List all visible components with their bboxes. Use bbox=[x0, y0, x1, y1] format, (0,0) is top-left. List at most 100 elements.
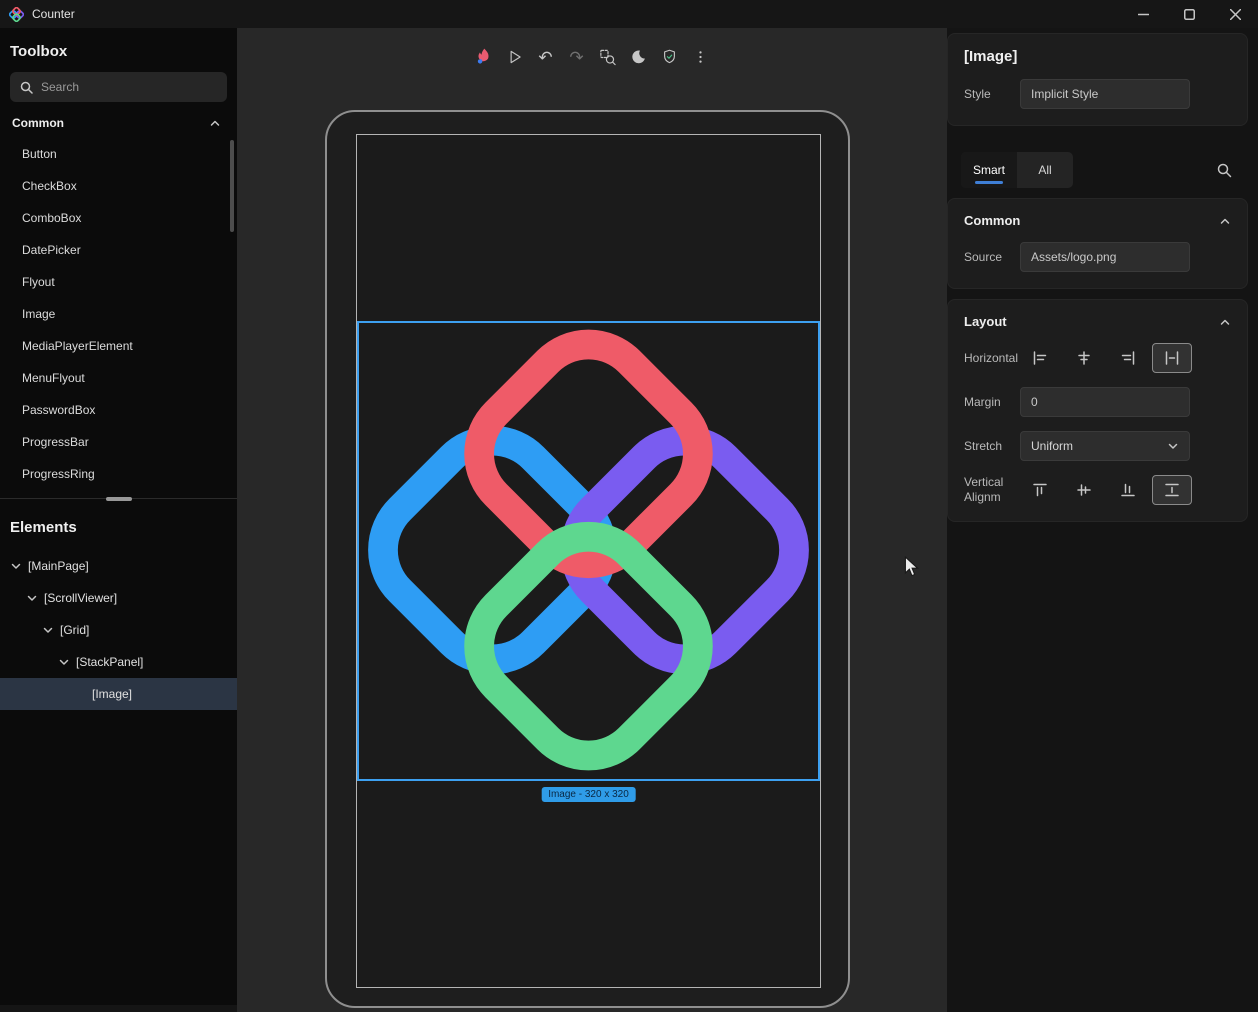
toolbox-section-common[interactable]: Common bbox=[0, 102, 237, 138]
layout-section-header[interactable]: Layout bbox=[964, 314, 1231, 329]
validation-shield-icon[interactable] bbox=[658, 45, 682, 69]
toolbox-title: Toolbox bbox=[0, 28, 237, 72]
tree-item-mainpage[interactable]: [MainPage] bbox=[0, 550, 237, 582]
selected-element-title: [Image] bbox=[964, 48, 1231, 65]
tree-item-label: [Image] bbox=[92, 687, 132, 701]
panel-resize-handle[interactable] bbox=[0, 494, 237, 504]
tree-item-grid[interactable]: [Grid] bbox=[0, 614, 237, 646]
device-frame: Image - 320 x 320 bbox=[325, 110, 850, 1008]
style-field[interactable] bbox=[1020, 79, 1190, 109]
align-left-button[interactable] bbox=[1020, 343, 1060, 373]
tree-item-scrollviewer[interactable]: [ScrollViewer] bbox=[0, 582, 237, 614]
align-top-button[interactable] bbox=[1020, 475, 1060, 505]
canvas-toolbar: ↶ ↷ bbox=[472, 45, 713, 69]
chevron-down-icon[interactable] bbox=[8, 560, 24, 572]
align-center-horizontal-button[interactable] bbox=[1064, 343, 1104, 373]
margin-label: Margin bbox=[964, 395, 1020, 410]
tab-group: Smart All bbox=[961, 152, 1073, 188]
vertical-alignment-label: Vertical Alignm bbox=[964, 475, 1020, 505]
elements-title: Elements bbox=[0, 504, 237, 548]
margin-input[interactable] bbox=[1031, 395, 1179, 409]
stretch-dropdown[interactable]: Uniform bbox=[1020, 431, 1190, 461]
minimize-button[interactable] bbox=[1120, 0, 1166, 28]
common-section-card: Common Source bbox=[947, 198, 1248, 289]
toolbox-item-passwordbox[interactable]: PasswordBox bbox=[0, 394, 237, 426]
stretch-value: Uniform bbox=[1031, 439, 1073, 453]
design-canvas[interactable]: ↶ ↷ bbox=[237, 28, 947, 1012]
toolbox-item-progressbar[interactable]: ProgressBar bbox=[0, 426, 237, 458]
toolbox-list: Button CheckBox ComboBox DatePicker Flyo… bbox=[0, 138, 237, 490]
source-field[interactable] bbox=[1020, 242, 1190, 272]
toolbox-search-input[interactable] bbox=[41, 80, 217, 94]
hot-reload-flame-icon[interactable] bbox=[472, 45, 496, 69]
app-logo-icon bbox=[9, 7, 24, 22]
tree-item-stackpanel[interactable]: [StackPanel] bbox=[0, 646, 237, 678]
selection-header-card: [Image] Style bbox=[947, 33, 1248, 126]
align-stretch-horizontal-button[interactable] bbox=[1152, 343, 1192, 373]
mouse-cursor bbox=[903, 556, 921, 578]
vertical-alignment-group bbox=[1020, 475, 1192, 505]
source-label: Source bbox=[964, 250, 1020, 265]
more-options-icon[interactable] bbox=[689, 45, 713, 69]
tree-item-label: [StackPanel] bbox=[76, 655, 143, 669]
close-button[interactable] bbox=[1212, 0, 1258, 28]
play-icon[interactable] bbox=[503, 45, 527, 69]
align-right-button[interactable] bbox=[1108, 343, 1148, 373]
source-input[interactable] bbox=[1031, 250, 1179, 264]
chevron-down-icon bbox=[1167, 440, 1179, 452]
left-panel-bottom-strip bbox=[0, 1005, 237, 1012]
tree-item-label: [MainPage] bbox=[28, 559, 89, 573]
horizontal-alignment-group bbox=[1020, 343, 1192, 373]
chevron-down-icon[interactable] bbox=[56, 656, 72, 668]
toolbox-item-combobox[interactable]: ComboBox bbox=[0, 202, 237, 234]
theme-toggle-icon[interactable] bbox=[627, 45, 651, 69]
inspector-tabs: Smart All bbox=[947, 152, 1248, 188]
undo-icon[interactable]: ↶ bbox=[534, 45, 558, 69]
align-bottom-button[interactable] bbox=[1108, 475, 1148, 505]
properties-panel: [Image] Style Smart All Common bbox=[947, 28, 1258, 1012]
style-label: Style bbox=[964, 87, 1020, 102]
tab-all[interactable]: All bbox=[1017, 152, 1073, 188]
selected-image-element[interactable] bbox=[357, 321, 820, 781]
toolbox-item-menuflyout[interactable]: MenuFlyout bbox=[0, 362, 237, 394]
chevron-down-icon[interactable] bbox=[40, 624, 56, 636]
toolbox-item-datepicker[interactable]: DatePicker bbox=[0, 234, 237, 266]
chevron-up-icon bbox=[209, 117, 221, 129]
toolbox-item-progressring[interactable]: ProgressRing bbox=[0, 458, 237, 490]
toolbox-item-flyout[interactable]: Flyout bbox=[0, 266, 237, 298]
elements-tree: [MainPage] [ScrollViewer] [Grid] [StackP… bbox=[0, 550, 237, 710]
divider-grip-icon bbox=[106, 497, 132, 501]
layout-section-title: Layout bbox=[964, 314, 1007, 329]
toolbox-item-image[interactable]: Image bbox=[0, 298, 237, 330]
toolbox-section-label: Common bbox=[12, 116, 64, 130]
align-stretch-vertical-button[interactable] bbox=[1152, 475, 1192, 505]
horizontal-alignment-label: Horizontal bbox=[964, 351, 1020, 366]
common-section-header[interactable]: Common bbox=[964, 213, 1231, 228]
layout-section-card: Layout Horizontal bbox=[947, 299, 1248, 522]
chevron-down-icon[interactable] bbox=[24, 592, 40, 604]
toolbox-search[interactable] bbox=[10, 72, 227, 102]
page-surface[interactable]: Image - 320 x 320 bbox=[356, 134, 821, 988]
tree-item-image[interactable]: [Image] bbox=[0, 678, 237, 710]
toolbox-item-checkbox[interactable]: CheckBox bbox=[0, 170, 237, 202]
tree-item-label: [Grid] bbox=[60, 623, 89, 637]
window-title: Counter bbox=[32, 7, 75, 21]
toolbox-item-button[interactable]: Button bbox=[0, 138, 237, 170]
properties-search-icon[interactable] bbox=[1217, 163, 1232, 178]
maximize-button[interactable] bbox=[1166, 0, 1212, 28]
search-icon bbox=[20, 81, 33, 94]
style-input[interactable] bbox=[1031, 87, 1179, 101]
left-panel: Toolbox Common Button CheckBox ComboBox … bbox=[0, 28, 237, 1012]
stretch-label: Stretch bbox=[964, 439, 1020, 454]
inspect-element-icon[interactable] bbox=[596, 45, 620, 69]
toolbox-item-mediaplayerelement[interactable]: MediaPlayerElement bbox=[0, 330, 237, 362]
toolbox-scrollbar[interactable] bbox=[230, 140, 234, 232]
align-center-vertical-button[interactable] bbox=[1064, 475, 1104, 505]
chevron-up-icon bbox=[1219, 215, 1231, 227]
app-logo-image bbox=[359, 323, 818, 779]
tree-item-label: [ScrollViewer] bbox=[44, 591, 117, 605]
titlebar: Counter bbox=[0, 0, 1258, 28]
margin-field[interactable] bbox=[1020, 387, 1190, 417]
tab-smart[interactable]: Smart bbox=[961, 152, 1017, 188]
redo-icon[interactable]: ↷ bbox=[565, 45, 589, 69]
